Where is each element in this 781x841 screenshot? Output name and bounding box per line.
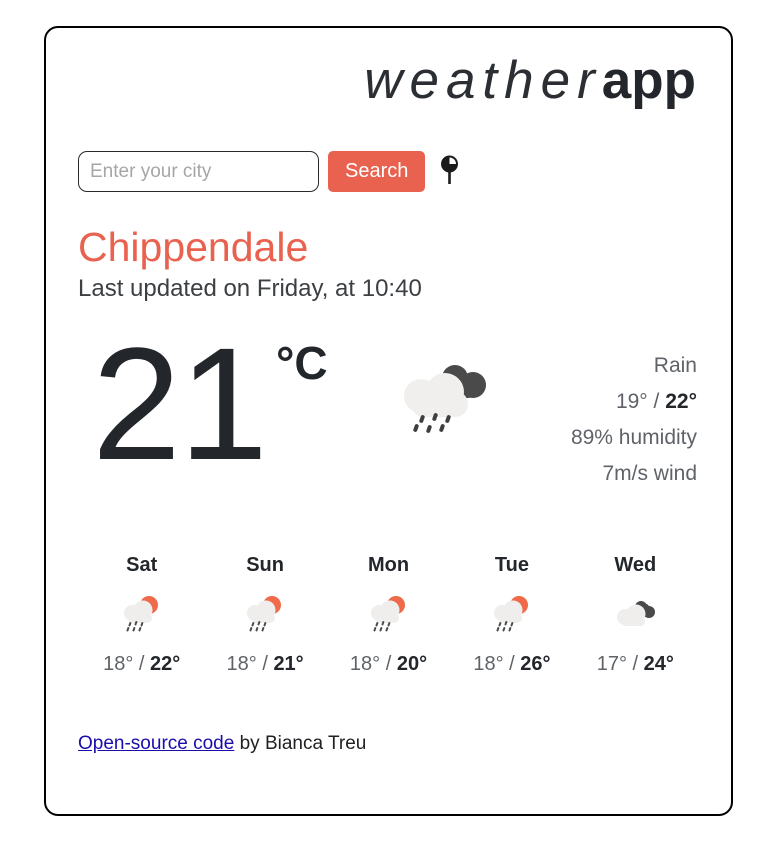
weekly-forecast: Sat 18° / 22° Sun 18° / 21° Mon 18° / 20…	[78, 554, 699, 676]
city-block: Chippendale Last updated on Friday, at 1…	[78, 224, 699, 304]
forecast-temp-separator: /	[503, 653, 521, 676]
forecast-temp-separator: /	[133, 653, 151, 676]
forecast-day-name: Tue	[494, 554, 529, 577]
forecast-temps: 18° / 22°	[80, 653, 203, 676]
forecast-temp-max: 24°	[643, 653, 674, 676]
current-temperature-block: 21 °C	[78, 313, 368, 493]
forecast-day: Tue 18° / 26°	[450, 554, 573, 676]
forecast-day-name: Mon	[367, 554, 410, 577]
city-name: Chippendale	[78, 224, 309, 270]
card-content: weatherapp Search Ch	[46, 28, 731, 814]
app-title-light: weather	[364, 51, 602, 110]
current-location-button[interactable]	[436, 151, 462, 192]
forecast-temp-max: 20°	[396, 653, 428, 676]
forecast-temp-min: 18°	[349, 653, 381, 676]
sun-cloud-rain-icon	[489, 592, 535, 641]
wind-value: 7m/s wind	[602, 462, 697, 486]
forecast-temp-max: 26°	[520, 653, 551, 676]
footer: Open-source code by Bianca Treu	[78, 733, 699, 755]
forecast-icon-wrap	[327, 593, 450, 639]
rain-icon	[397, 356, 489, 441]
current-temp-min: 19°	[615, 390, 648, 414]
sun-cloud-rain-icon	[119, 592, 165, 641]
current-temperature-value: 21	[92, 313, 268, 493]
footer-author: by Bianca Treu	[234, 733, 367, 755]
forecast-icon-wrap	[80, 593, 203, 639]
app-title-bold: app	[601, 51, 696, 110]
humidity-value: 89% humidity	[570, 426, 697, 450]
current-weather-icon-wrap	[368, 334, 518, 441]
current-temp-max: 22°	[665, 390, 697, 414]
forecast-temp-min: 18°	[103, 653, 134, 676]
forecast-icon-wrap	[450, 593, 573, 639]
sun-cloud-rain-icon	[242, 592, 288, 641]
search-form: Search	[78, 151, 699, 192]
current-temp-separator: /	[647, 390, 666, 414]
current-weather-details: Rain 19° / 22° 89% humidity 7m/s wind	[518, 334, 699, 492]
current-weather: 21 °C Rain 19° / 22° 89% humidity 7m/s w…	[78, 313, 699, 493]
forecast-icon-wrap	[574, 593, 697, 639]
forecast-temp-max: 21°	[273, 653, 304, 676]
temperature-unit[interactable]: °C	[276, 340, 328, 386]
current-temp-range: 19° / 22°	[518, 384, 697, 420]
forecast-temp-min: 18°	[473, 653, 504, 676]
weather-description: Rain	[653, 353, 697, 377]
forecast-temps: 18° / 21°	[203, 653, 326, 676]
search-input[interactable]	[78, 151, 319, 192]
forecast-temps: 17° / 24°	[574, 653, 697, 676]
last-updated-text: Last updated on Friday, at 10:40	[78, 275, 422, 303]
forecast-day-name: Wed	[614, 554, 657, 577]
app-title: weatherapp	[78, 28, 699, 107]
forecast-icon-wrap	[203, 593, 326, 639]
forecast-day: Sun 18° / 21°	[203, 554, 326, 676]
forecast-temp-min: 18°	[226, 653, 257, 676]
forecast-temps: 18° / 20°	[327, 653, 450, 676]
forecast-temps: 18° / 26°	[450, 653, 573, 676]
forecast-day: Mon 18° / 20°	[327, 554, 450, 676]
location-pin-icon	[440, 155, 458, 188]
forecast-day: Sat 18° / 22°	[80, 554, 203, 676]
forecast-temp-separator: /	[256, 653, 274, 676]
open-source-link[interactable]: Open-source code	[78, 733, 234, 754]
forecast-temp-max: 22°	[150, 653, 181, 676]
forecast-day-name: Sun	[246, 554, 284, 577]
overcast-cloud-icon	[612, 592, 658, 641]
forecast-day: Wed 17° / 24°	[574, 554, 697, 676]
forecast-temp-separator: /	[380, 653, 397, 676]
sun-cloud-rain-icon	[366, 592, 412, 641]
forecast-temp-min: 17°	[596, 653, 627, 676]
weather-card: weatherapp Search Ch	[44, 26, 733, 816]
weather-app-page: weatherapp Search Ch	[0, 0, 781, 841]
forecast-day-name: Sat	[126, 554, 158, 577]
search-button[interactable]: Search	[328, 151, 426, 192]
forecast-temp-separator: /	[626, 653, 644, 676]
